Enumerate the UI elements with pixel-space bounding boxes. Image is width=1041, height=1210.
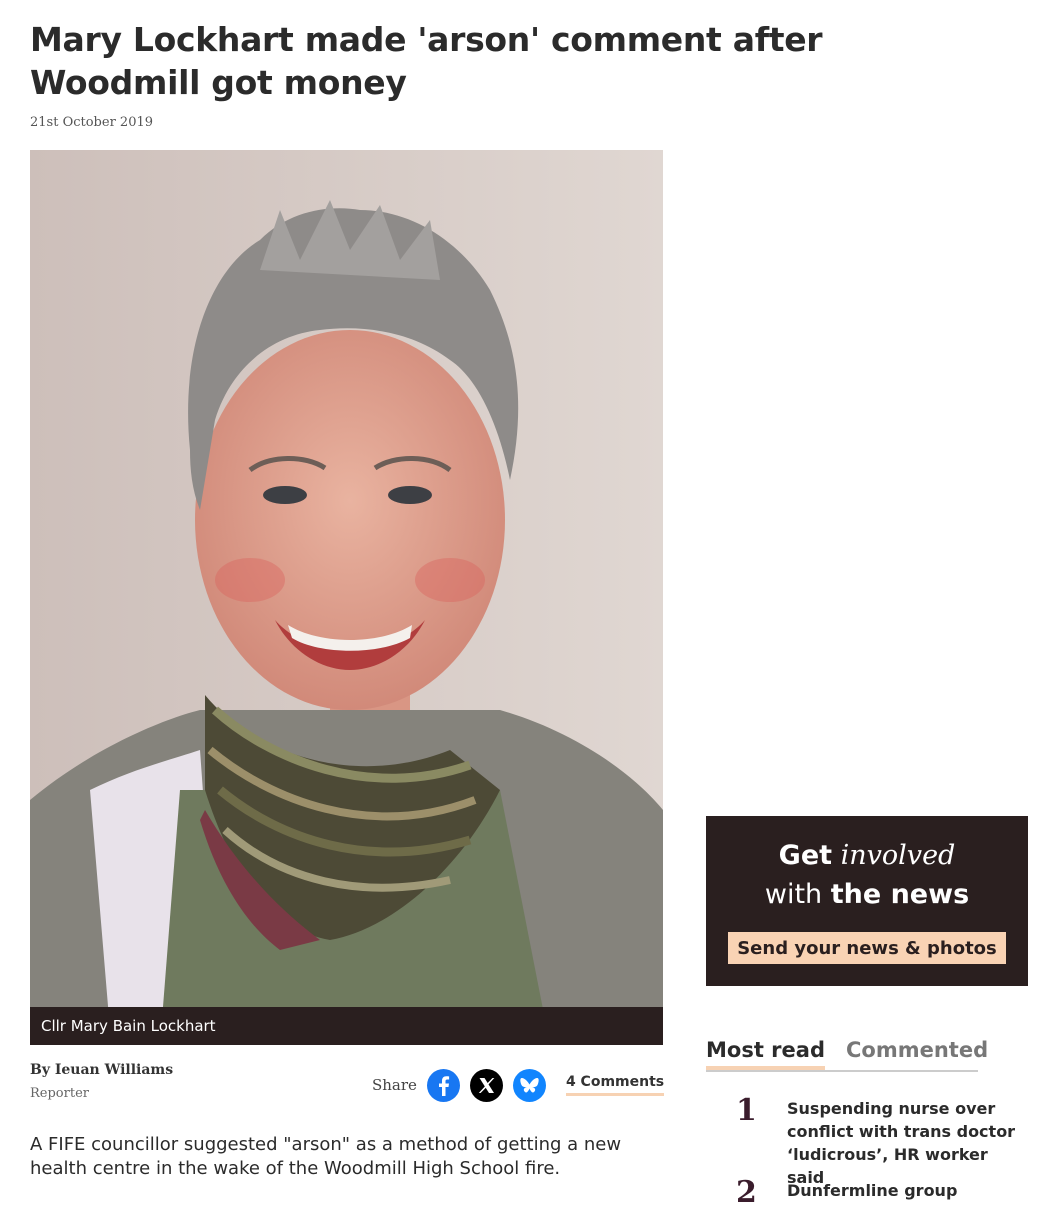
article-photo: Cllr Mary Bain Lockhart (30, 150, 663, 1045)
portrait-image (30, 150, 663, 1045)
author-name[interactable]: By Ieuan Williams (30, 1062, 173, 1078)
send-news-button[interactable]: Send your news & photos (728, 932, 1006, 964)
promo-headline-line2: with the news (706, 879, 1028, 910)
tab-most-read[interactable]: Most read (706, 1038, 825, 1070)
bluesky-icon[interactable] (512, 1068, 546, 1102)
promo-get: Get (778, 840, 833, 871)
article-date: 21st October 2019 (30, 115, 154, 130)
article-lede: A FIFE councillor suggested "arson" as a… (30, 1134, 622, 1179)
image-caption: Cllr Mary Bain Lockhart (30, 1007, 663, 1045)
most-read-item[interactable]: Suspending nurse over conflict with tran… (787, 1097, 1017, 1189)
article-headline: Mary Lockhart made 'arson' comment after… (30, 20, 823, 102)
promo-headline-line1: Get involved (706, 840, 1028, 871)
promo-involved: involved (840, 840, 956, 871)
author-role: Reporter (30, 1086, 89, 1101)
comments-link[interactable]: 4 Comments (565, 1074, 665, 1096)
facebook-icon[interactable] (426, 1068, 460, 1102)
most-read-rank: 1 (736, 1093, 757, 1128)
most-read-item[interactable]: Dunfermline group (787, 1179, 1017, 1202)
promo-the-news: the news (830, 879, 970, 910)
share-bar: Share 4 Comments (372, 1068, 665, 1102)
x-icon[interactable] (469, 1068, 503, 1102)
promo-with: with (764, 879, 823, 910)
share-label: Share (372, 1076, 417, 1094)
sidebar-tabs: Most read Commented (706, 1038, 988, 1072)
most-read-rank: 2 (736, 1175, 757, 1210)
get-involved-promo: Get involved with the news Send your new… (706, 816, 1028, 986)
tab-commented[interactable]: Commented (846, 1038, 988, 1062)
